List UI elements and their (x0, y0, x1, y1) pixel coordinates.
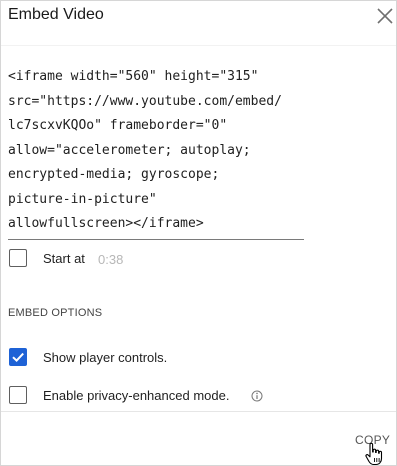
close-icon[interactable] (376, 7, 394, 25)
checkmark-icon (12, 352, 24, 363)
embed-code-line: allowfullscreen></iframe> (8, 216, 204, 231)
embed-code-line: allow="accelerometer; autoplay; (8, 142, 251, 158)
embed-options-heading: EMBED OPTIONS (8, 307, 103, 319)
start-at-checkbox[interactable] (9, 249, 27, 267)
show-controls-label: Show player controls. (43, 350, 168, 365)
privacy-mode-label: Enable privacy-enhanced mode. (43, 388, 230, 403)
embed-code-line: lc7scxvKQOo" frameborder="0" (8, 118, 228, 133)
embed-code-line: encrypted-media; gyroscope; (8, 167, 220, 182)
embed-code-line: picture-in-picture" (8, 191, 157, 207)
show-controls-checkbox[interactable] (9, 348, 27, 366)
footer-divider (1, 411, 396, 412)
header-divider (1, 45, 396, 46)
start-at-label: Start at (43, 251, 85, 266)
embed-video-dialog: Embed Video <iframe width="560" height="… (0, 0, 397, 466)
embed-code-line: src="https://www.youtube.com/embed/ (8, 93, 282, 109)
privacy-mode-checkbox[interactable] (9, 386, 27, 404)
info-icon[interactable] (251, 389, 263, 407)
hand-pointer-cursor (364, 441, 384, 466)
dialog-title: Embed Video (8, 6, 104, 23)
embed-code-field[interactable]: <iframe width="560" height="315" src="htt… (8, 65, 304, 240)
embed-code-line: <iframe width="560" height="315" (8, 69, 259, 84)
start-at-time-input[interactable]: 0:38 (98, 252, 123, 267)
